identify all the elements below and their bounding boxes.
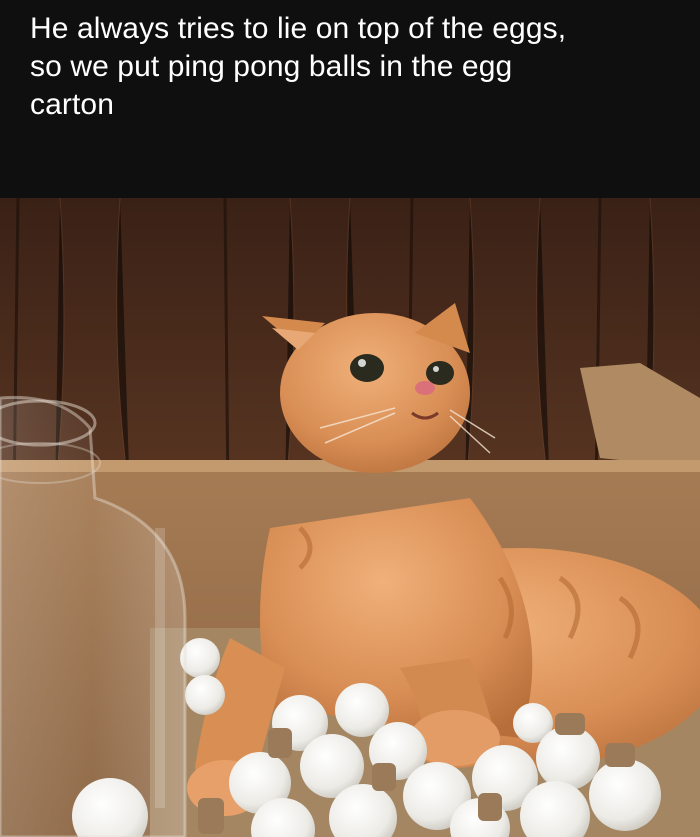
ping-pong-ball-icon xyxy=(589,759,661,831)
caption-line-2: so we put ping pong balls in the egg xyxy=(30,50,513,83)
meme-post: He always tries to lie on top of the egg… xyxy=(0,0,700,837)
cat-photo xyxy=(0,198,700,837)
caption-line-3: carton xyxy=(30,88,114,121)
cat-photo-illustration xyxy=(0,198,700,837)
ping-pong-ball-icon xyxy=(185,675,225,715)
caption-line-1: He always tries to lie on top of the egg… xyxy=(30,12,567,45)
caption: He always tries to lie on top of the egg… xyxy=(30,10,670,124)
ping-pong-ball-icon xyxy=(536,726,600,790)
